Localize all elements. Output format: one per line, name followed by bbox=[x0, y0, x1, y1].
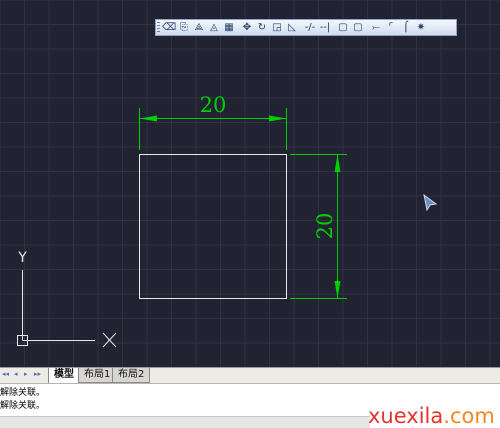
drawing-canvas[interactable]: 20 20 Y ⌫ ⎘ ⟁ ◬ ▦ ✥ ↻ ◲ ◺ -/- --| ▢ ▢ ⤚ … bbox=[0, 0, 500, 367]
square-geometry[interactable] bbox=[139, 154, 287, 299]
mouse-cursor-icon bbox=[423, 193, 438, 212]
modify-toolbar: ⌫ ⎘ ⟁ ◬ ▦ ✥ ↻ ◲ ◺ -/- --| ▢ ▢ ⤚ ⌜ ⌠ ✷ bbox=[155, 19, 457, 36]
break-at-point-icon[interactable]: ▢ bbox=[336, 21, 350, 35]
ucs-x-icon bbox=[102, 332, 117, 348]
dimension-arrow-bottom bbox=[334, 281, 341, 299]
tab-layout1[interactable]: 布局1 bbox=[78, 368, 117, 383]
layout-tab-bar: ◂◂ ◂ ▸ ▸▸ 模型 布局1 布局2 bbox=[0, 367, 500, 384]
stretch-icon[interactable]: ◺ bbox=[285, 21, 299, 35]
offset-icon[interactable]: ◬ bbox=[207, 21, 221, 35]
break-icon[interactable]: ▢ bbox=[351, 21, 365, 35]
tab-layout2[interactable]: 布局2 bbox=[112, 368, 151, 383]
command-history-line: 解除关联。 bbox=[0, 388, 46, 398]
watermark-main-text: xuexila bbox=[368, 404, 444, 428]
tab-model[interactable]: 模型 bbox=[48, 368, 80, 384]
next-tab-icon[interactable]: ▸ bbox=[24, 370, 28, 378]
array-icon[interactable]: ▦ bbox=[222, 21, 236, 35]
move-icon[interactable]: ✥ bbox=[240, 21, 254, 35]
trim-icon[interactable]: -/- bbox=[303, 21, 317, 35]
drawing-svg: 20 20 Y bbox=[0, 0, 500, 367]
join-icon[interactable]: ⤚ bbox=[369, 21, 383, 35]
extend-icon[interactable]: --| bbox=[318, 21, 332, 35]
command-input-area[interactable] bbox=[0, 416, 370, 428]
command-history-line: 解除关联。 bbox=[0, 401, 46, 411]
mirror-icon[interactable]: ⟁ bbox=[192, 21, 206, 35]
ucs-y-label: Y bbox=[17, 250, 27, 266]
cad-application-window: 20 20 Y ⌫ ⎘ ⟁ ◬ ▦ ✥ ↻ ◲ ◺ -/- --| ▢ ▢ ⤚ … bbox=[0, 0, 500, 428]
chamfer-icon[interactable]: ⌜ bbox=[384, 21, 398, 35]
vertical-dimension-text: 20 bbox=[313, 213, 337, 240]
fillet-icon[interactable]: ⌠ bbox=[399, 21, 413, 35]
horizontal-dimension[interactable]: 20 bbox=[139, 93, 287, 150]
watermark-tld-text: .com bbox=[443, 404, 495, 428]
grid bbox=[0, 0, 500, 367]
watermark-logo: xuexila.com bbox=[368, 404, 495, 428]
dimension-arrow-right bbox=[269, 115, 287, 122]
first-tab-icon[interactable]: ◂◂ bbox=[2, 370, 9, 378]
horizontal-dimension-text: 20 bbox=[200, 93, 227, 117]
erase-icon[interactable]: ⌫ bbox=[162, 21, 176, 35]
previous-tab-icon[interactable]: ◂ bbox=[14, 370, 18, 378]
copy-icon[interactable]: ⎘ bbox=[177, 21, 191, 35]
last-tab-icon[interactable]: ▸▸ bbox=[34, 370, 41, 378]
dimension-arrow-top bbox=[334, 154, 341, 172]
rotate-icon[interactable]: ↻ bbox=[255, 21, 269, 35]
scale-icon[interactable]: ◲ bbox=[270, 21, 284, 35]
ucs-icon: Y bbox=[17, 250, 117, 348]
toolbar-grip[interactable] bbox=[157, 22, 160, 33]
dimension-arrow-left bbox=[139, 115, 157, 122]
explode-icon[interactable]: ✷ bbox=[414, 21, 428, 35]
